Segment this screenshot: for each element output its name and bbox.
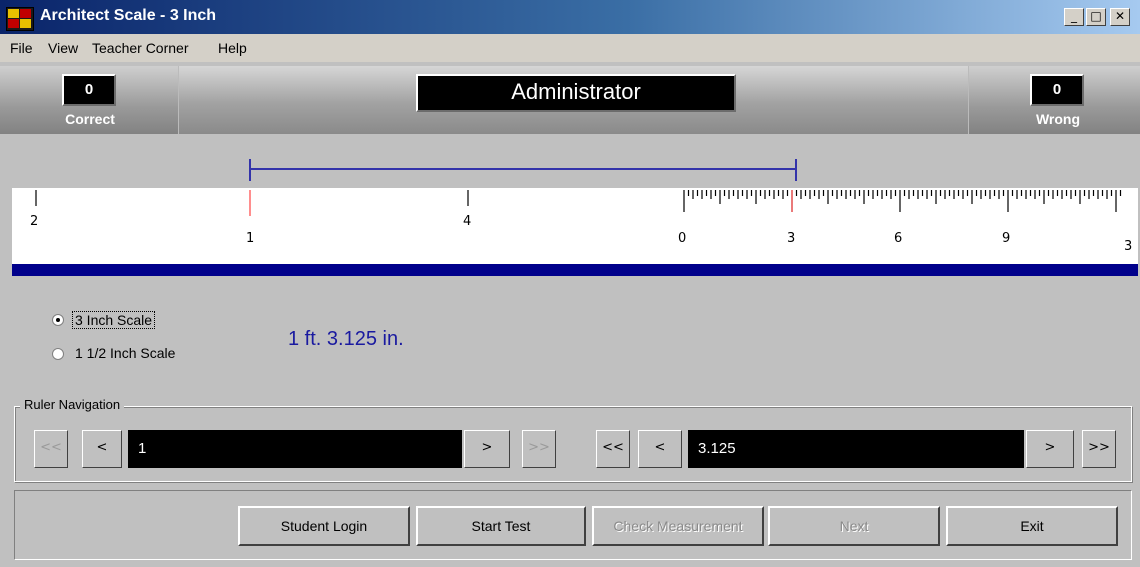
app-icon [6,7,34,31]
correct-label: Correct [65,111,115,127]
radio-3-inch-scale-label[interactable]: 3 Inch Scale [72,311,156,329]
left-next-button[interactable]: > [464,430,510,468]
wrong-label: Wrong [1035,111,1081,127]
wrong-count: 0 [1030,74,1084,106]
ruler-label: 2 [30,214,39,229]
right-position-field[interactable]: 3.125 [688,430,1024,468]
minimize-button[interactable]: _ [1064,8,1084,26]
menu-teacher-corner[interactable]: Teacher Corner [92,40,189,56]
ruler-label: 3 [787,231,796,246]
right-first-button[interactable]: << [596,430,630,468]
menu-view[interactable]: View [48,40,78,56]
left-first-button[interactable]: << [34,430,68,468]
ruler-label: 1 [246,231,255,246]
measurement-indicator [249,159,797,181]
exit-button[interactable]: Exit [946,506,1118,546]
next-button[interactable]: Next [768,506,940,546]
menu-help[interactable]: Help [218,40,247,56]
correct-count: 0 [62,74,116,106]
check-measurement-button[interactable]: Check Measurement [592,506,764,546]
ruler-label: 6 [894,231,903,246]
start-test-button[interactable]: Start Test [416,506,586,546]
close-button[interactable]: ✕ [1110,8,1130,26]
radio-1-half-inch-scale[interactable] [52,348,64,360]
user-name-display: Administrator [416,74,736,112]
ruler-navigation-legend: Ruler Navigation [20,397,125,412]
student-login-button[interactable]: Student Login [238,506,410,546]
right-prev-button[interactable]: < [638,430,682,468]
left-prev-button[interactable]: < [82,430,122,468]
right-last-button[interactable]: >> [1082,430,1116,468]
radio-1-half-inch-scale-label[interactable]: 1 1/2 Inch Scale [75,345,175,361]
ruler-edge-band [12,264,1138,276]
ruler-label: 4 [463,214,472,229]
maximize-button[interactable]: □ [1086,8,1106,26]
ruler-label: 9 [1002,231,1011,246]
left-position-field[interactable]: 1 [128,430,462,468]
ruler-ticks [35,190,1122,216]
measurement-readout: 1 ft. 3.125 in. [288,328,404,350]
left-last-button[interactable]: >> [522,430,556,468]
right-next-button[interactable]: > [1026,430,1074,468]
window-title: Architect Scale - 3 Inch [40,7,217,24]
radio-3-inch-scale[interactable] [52,314,64,326]
ruler-label: 0 [678,231,687,246]
ruler-label: 3 [1124,239,1133,254]
menu-file[interactable]: File [10,40,33,56]
